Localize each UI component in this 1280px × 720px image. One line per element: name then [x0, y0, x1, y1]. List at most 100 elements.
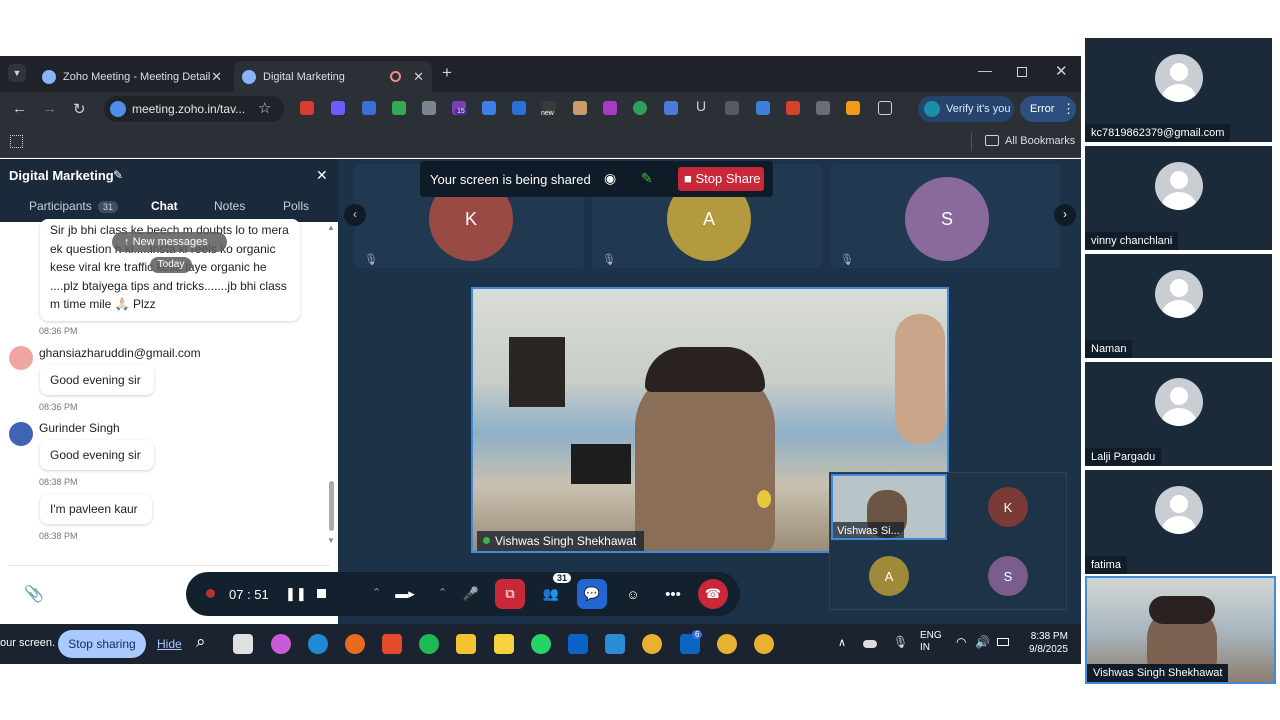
scrollbar-thumb[interactable]	[329, 481, 334, 531]
prev-page-icon[interactable]: ‹	[344, 204, 366, 226]
participants-icon[interactable]: 👥	[536, 579, 566, 609]
grammarly-icon[interactable]	[633, 101, 647, 115]
store-icon[interactable]	[382, 634, 402, 654]
url-field[interactable]: meeting.zoho.in/tav...	[104, 96, 284, 122]
participant-tile[interactable]: kc7819862379@gmail.com	[1085, 38, 1272, 142]
battery-icon[interactable]	[997, 638, 1009, 646]
close-window-icon[interactable]: ✕	[1055, 62, 1068, 80]
site-info-icon[interactable]	[110, 101, 126, 117]
restore-icon[interactable]	[1017, 67, 1027, 77]
more-options-icon[interactable]: •••	[658, 579, 688, 609]
participant-tile[interactable]: K	[950, 474, 1066, 540]
task-view-icon[interactable]	[233, 634, 253, 654]
new-tab-icon[interactable]: +	[442, 63, 452, 83]
extension-icon[interactable]	[362, 101, 376, 115]
minimize-icon[interactable]: —	[978, 62, 992, 78]
whatsapp-icon[interactable]	[531, 634, 551, 654]
pause-recording-icon[interactable]: ❚❚	[285, 586, 307, 602]
copilot-icon[interactable]	[271, 634, 291, 654]
error-button[interactable]: Error ⋮	[1020, 96, 1076, 122]
share-screen-icon[interactable]: ⧉	[495, 579, 525, 609]
speaker-video-tile[interactable]: Vishwas Singh Shekhawat	[1085, 576, 1276, 684]
participant-tile[interactable]: A	[831, 543, 947, 609]
new-messages-pill[interactable]: ↑ New messages	[112, 232, 227, 252]
microphone-icon[interactable]: 🎤	[456, 579, 486, 609]
participant-tile[interactable]: Lalji Pargadu	[1085, 362, 1272, 466]
file-explorer-icon[interactable]	[456, 634, 476, 654]
hide-link[interactable]: Hide	[157, 637, 182, 651]
extensions-puzzle-icon[interactable]	[878, 101, 892, 115]
stop-recording-icon[interactable]	[317, 589, 326, 598]
extension-icon[interactable]	[816, 101, 830, 115]
search-icon[interactable]: ⌕	[196, 632, 206, 652]
extension-icon[interactable]	[392, 101, 406, 115]
extension-icon[interactable]	[786, 101, 800, 115]
extension-icon[interactable]	[482, 101, 496, 115]
edge-icon[interactable]	[308, 634, 328, 654]
onedrive-icon[interactable]	[863, 640, 877, 648]
camera-icon[interactable]: ▬▸	[390, 579, 420, 609]
extension-icon[interactable]	[512, 101, 526, 115]
self-view-tile[interactable]: Vishwas Si...	[831, 474, 947, 540]
notepad-icon[interactable]	[605, 634, 625, 654]
extension-icon[interactable]: U	[696, 98, 706, 114]
outlook-icon[interactable]	[568, 634, 588, 654]
stop-sharing-button[interactable]: Stop sharing	[58, 630, 146, 658]
all-bookmarks-label[interactable]: All Bookmarks	[1005, 135, 1075, 147]
next-page-icon[interactable]: ›	[1054, 204, 1076, 226]
participant-tile[interactable]: S	[950, 543, 1066, 609]
participant-tile[interactable]: vinny chanchlani	[1085, 146, 1272, 250]
attachment-icon[interactable]: 📎	[24, 584, 44, 604]
spotify-icon[interactable]	[419, 634, 439, 654]
amazon-icon[interactable]	[846, 101, 860, 115]
extension-icon[interactable]	[725, 101, 739, 115]
clock[interactable]: 8:38 PM 9/8/2025	[1029, 630, 1068, 656]
tab-zoho-meeting-detail[interactable]: Zoho Meeting - Meeting Detail ✕	[34, 61, 230, 92]
reactions-icon[interactable]: ☺	[618, 579, 648, 609]
language-indicator[interactable]: ENG IN	[920, 630, 942, 654]
leave-call-icon[interactable]: ☎	[698, 579, 728, 609]
scroll-up-icon[interactable]: ▲	[327, 223, 335, 232]
chat-icon[interactable]: 💬	[577, 579, 607, 609]
reload-icon[interactable]: ↻	[73, 100, 86, 118]
extension-icon[interactable]	[422, 101, 436, 115]
stop-share-button[interactable]: ■ Stop Share	[678, 167, 764, 191]
edit-pencil-icon[interactable]: ✎	[113, 168, 123, 182]
close-tab-icon[interactable]: ✕	[211, 69, 222, 85]
close-panel-icon[interactable]: ✕	[316, 167, 328, 184]
extension-icon[interactable]	[331, 101, 345, 115]
hide-preview-eye-icon[interactable]: ◉	[604, 170, 616, 187]
participant-tile[interactable]: S 🎙	[830, 164, 1060, 268]
chrome-icon[interactable]	[754, 634, 774, 654]
firefox-icon[interactable]	[345, 634, 365, 654]
extension-icon[interactable]	[756, 101, 770, 115]
bookmark-star-icon[interactable]: ☆	[258, 99, 271, 117]
wifi-icon[interactable]: ◠	[956, 635, 966, 649]
sticky-notes-icon[interactable]	[494, 634, 514, 654]
tab-participants[interactable]: Participants 31	[29, 199, 119, 213]
tab-digital-marketing[interactable]: Digital Marketing ✕	[234, 61, 432, 92]
annotate-pen-icon[interactable]: ✎	[641, 170, 653, 187]
menu-kebab-icon[interactable]: ⋮	[1062, 101, 1075, 117]
chrome-icon[interactable]	[717, 634, 737, 654]
audio-options-chevron-icon[interactable]: ⌃	[438, 586, 447, 599]
chrome-icon[interactable]	[642, 634, 662, 654]
video-options-chevron-icon[interactable]: ⌃	[372, 586, 381, 599]
forward-icon[interactable]: →	[42, 100, 57, 117]
extension-icon[interactable]	[300, 101, 314, 115]
volume-icon[interactable]: 🔊	[975, 635, 990, 649]
mic-tray-icon[interactable]: 🎙	[893, 635, 908, 649]
back-icon[interactable]: ←	[12, 100, 27, 117]
scroll-down-icon[interactable]: ▼	[327, 536, 335, 545]
tab-notes[interactable]: Notes	[214, 199, 245, 213]
tray-chevron-icon[interactable]: ∧	[838, 636, 846, 649]
tab-polls[interactable]: Polls	[283, 199, 309, 213]
apps-grid-icon[interactable]	[10, 135, 23, 148]
participant-tile[interactable]: Naman	[1085, 254, 1272, 358]
verify-button[interactable]: Verify it's you	[918, 96, 1014, 122]
participant-tile[interactable]: fatima	[1085, 470, 1272, 574]
extension-icon[interactable]	[603, 101, 617, 115]
extension-icon[interactable]	[573, 101, 587, 115]
tab-list-chevron-icon[interactable]: ▼	[8, 64, 26, 82]
translate-icon[interactable]	[664, 101, 678, 115]
